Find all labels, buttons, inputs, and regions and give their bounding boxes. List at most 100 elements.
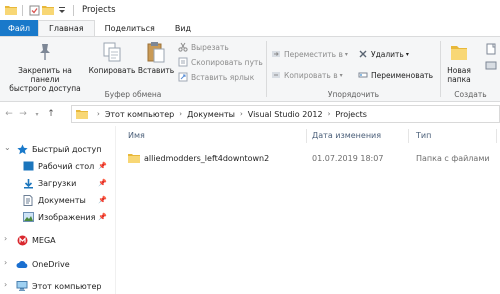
pin-icon — [34, 41, 56, 63]
folder-icon — [128, 153, 140, 165]
nav-pictures[interactable]: Изображения 📌 — [22, 211, 115, 223]
chevron-down-icon[interactable]: ⌄ — [4, 143, 11, 152]
breadcrumb-projects[interactable]: Projects — [335, 110, 367, 119]
up-icon[interactable]: ↑ — [44, 105, 58, 123]
copy-path-label: Скопировать путь — [191, 57, 263, 67]
downloads-icon — [22, 177, 34, 189]
cut-label: Вырезать — [191, 42, 229, 52]
paste-label: Вставить — [137, 66, 175, 75]
pin-icon[interactable]: 📌 — [98, 179, 107, 187]
pin-label-line1: Закрепить на панели — [18, 66, 72, 84]
column-divider[interactable] — [496, 129, 497, 143]
breadcrumb-separator-icon: › — [179, 110, 183, 118]
chevron-down-icon: ▾ — [405, 50, 409, 58]
nav-downloads[interactable]: Загрузки 📌 — [22, 177, 115, 189]
delete-icon — [358, 49, 368, 59]
new-folder-icon[interactable] — [41, 3, 55, 17]
copy-to-label: Копировать в — [284, 70, 338, 80]
forward-icon[interactable]: → — [16, 105, 30, 123]
file-list: Имя Дата изменения Тип alliedmodders_lef… — [116, 126, 500, 294]
nav-mega[interactable]: › MEGA — [0, 234, 115, 246]
back-icon[interactable]: ← — [2, 105, 16, 123]
documents-icon — [22, 194, 34, 206]
star-icon — [16, 143, 28, 155]
breadcrumb-visual-studio[interactable]: Visual Studio 2012 — [248, 110, 323, 119]
breadcrumb-separator-icon: › — [97, 110, 100, 118]
column-header-type[interactable]: Тип — [416, 131, 431, 140]
easy-access-icon[interactable] — [485, 59, 497, 73]
nav-this-pc[interactable]: › Этот компьютер — [0, 280, 115, 292]
move-to-label: Переместить в — [284, 49, 343, 59]
copy-button[interactable]: Копировать — [88, 41, 136, 75]
column-divider[interactable] — [306, 129, 307, 143]
nav-desktop[interactable]: Рабочий стол 📌 — [22, 160, 115, 172]
rename-button[interactable]: Переименовать — [358, 70, 433, 80]
pin-quick-access-button[interactable]: Закрепить на панели быстрого доступа — [3, 41, 87, 93]
move-to-button[interactable]: Переместить в ▾ — [271, 49, 348, 59]
create-group-label: Создать — [454, 90, 487, 99]
delete-button[interactable]: Удалить ▾ — [358, 49, 409, 59]
folder-icon — [4, 3, 18, 17]
chevron-right-icon[interactable]: › — [4, 280, 7, 289]
nav-mega-label: MEGA — [32, 235, 56, 245]
nav-documents-label: Документы — [38, 195, 86, 205]
pin-icon[interactable]: 📌 — [98, 196, 107, 204]
paste-shortcut-label: Вставить ярлык — [191, 72, 255, 82]
pin-icon[interactable]: 📌 — [98, 162, 107, 170]
organize-group-label: Упорядочить — [327, 90, 380, 99]
window-title: Projects — [82, 5, 116, 15]
ribbon-tabs: Файл Главная Поделиться Вид — [0, 20, 500, 36]
paste-shortcut-button[interactable]: Вставить ярлык — [178, 72, 254, 82]
new-folder-button[interactable]: Новая папка — [443, 41, 475, 84]
copy-label: Копировать — [88, 66, 136, 75]
new-folder-label-line2: папка — [447, 75, 471, 84]
chevron-down-icon: ▾ — [344, 50, 348, 58]
rename-label: Переименовать — [371, 70, 434, 80]
clipboard-group: Закрепить на панели быстрого доступа Коп… — [0, 37, 266, 101]
navigation-pane: ⌄ Быстрый доступ Рабочий стол 📌 Загрузки… — [0, 126, 115, 294]
scissors-icon — [178, 42, 188, 52]
paste-button[interactable]: Вставить — [136, 41, 176, 75]
new-folder-icon — [448, 41, 470, 63]
copy-path-icon — [178, 57, 188, 67]
tab-file[interactable]: Файл — [0, 20, 38, 36]
chevron-right-icon[interactable]: › — [4, 258, 7, 267]
nav-quick-access[interactable]: ⌄ Быстрый доступ — [0, 143, 115, 155]
new-item-icon[interactable] — [485, 43, 497, 57]
tab-share[interactable]: Поделиться — [95, 20, 165, 36]
properties-check-icon[interactable] — [27, 3, 41, 17]
breadcrumb-documents[interactable]: Документы — [187, 110, 235, 119]
column-header-name[interactable]: Имя — [128, 131, 145, 140]
column-divider[interactable] — [408, 129, 409, 143]
create-group: Новая папка Создать — [441, 37, 500, 101]
table-row[interactable]: alliedmodders_left4downtown2 01.07.2019 … — [122, 150, 492, 166]
navigation-bar: ← → ▾ ↑ › Этот компьютер › Документы › V… — [0, 103, 500, 125]
recent-locations-icon[interactable]: ▾ — [30, 105, 44, 123]
folder-icon — [76, 109, 88, 119]
copy-to-button[interactable]: Копировать в ▾ — [271, 70, 343, 80]
file-name[interactable]: alliedmodders_left4downtown2 — [144, 154, 269, 163]
nav-onedrive[interactable]: › OneDrive — [0, 258, 115, 270]
nav-documents[interactable]: Документы 📌 — [22, 194, 115, 206]
tab-view[interactable]: Вид — [165, 20, 201, 36]
tab-home[interactable]: Главная — [38, 20, 95, 36]
cut-button[interactable]: Вырезать — [178, 42, 229, 52]
breadcrumb-separator-icon: › — [239, 110, 243, 118]
nav-quick-access-label: Быстрый доступ — [32, 144, 102, 154]
customize-dropdown-icon[interactable] — [55, 3, 69, 17]
column-header-date[interactable]: Дата изменения — [312, 131, 381, 140]
copy-icon — [101, 41, 123, 63]
breadcrumb-separator-icon: › — [327, 110, 331, 118]
address-bar[interactable]: › Этот компьютер › Документы › Visual St… — [71, 105, 500, 123]
nav-pictures-label: Изображения — [38, 212, 96, 222]
copy-path-button[interactable]: Скопировать путь — [178, 57, 263, 67]
nav-desktop-label: Рабочий стол — [38, 161, 95, 171]
chevron-right-icon[interactable]: › — [4, 234, 7, 243]
breadcrumb-this-pc[interactable]: Этот компьютер — [105, 110, 174, 119]
desktop-icon — [22, 160, 34, 172]
rename-icon — [358, 70, 368, 80]
paste-shortcut-icon — [178, 72, 188, 82]
pin-icon[interactable]: 📌 — [98, 213, 107, 221]
toolbar-divider — [73, 4, 74, 16]
mega-icon — [16, 234, 28, 246]
